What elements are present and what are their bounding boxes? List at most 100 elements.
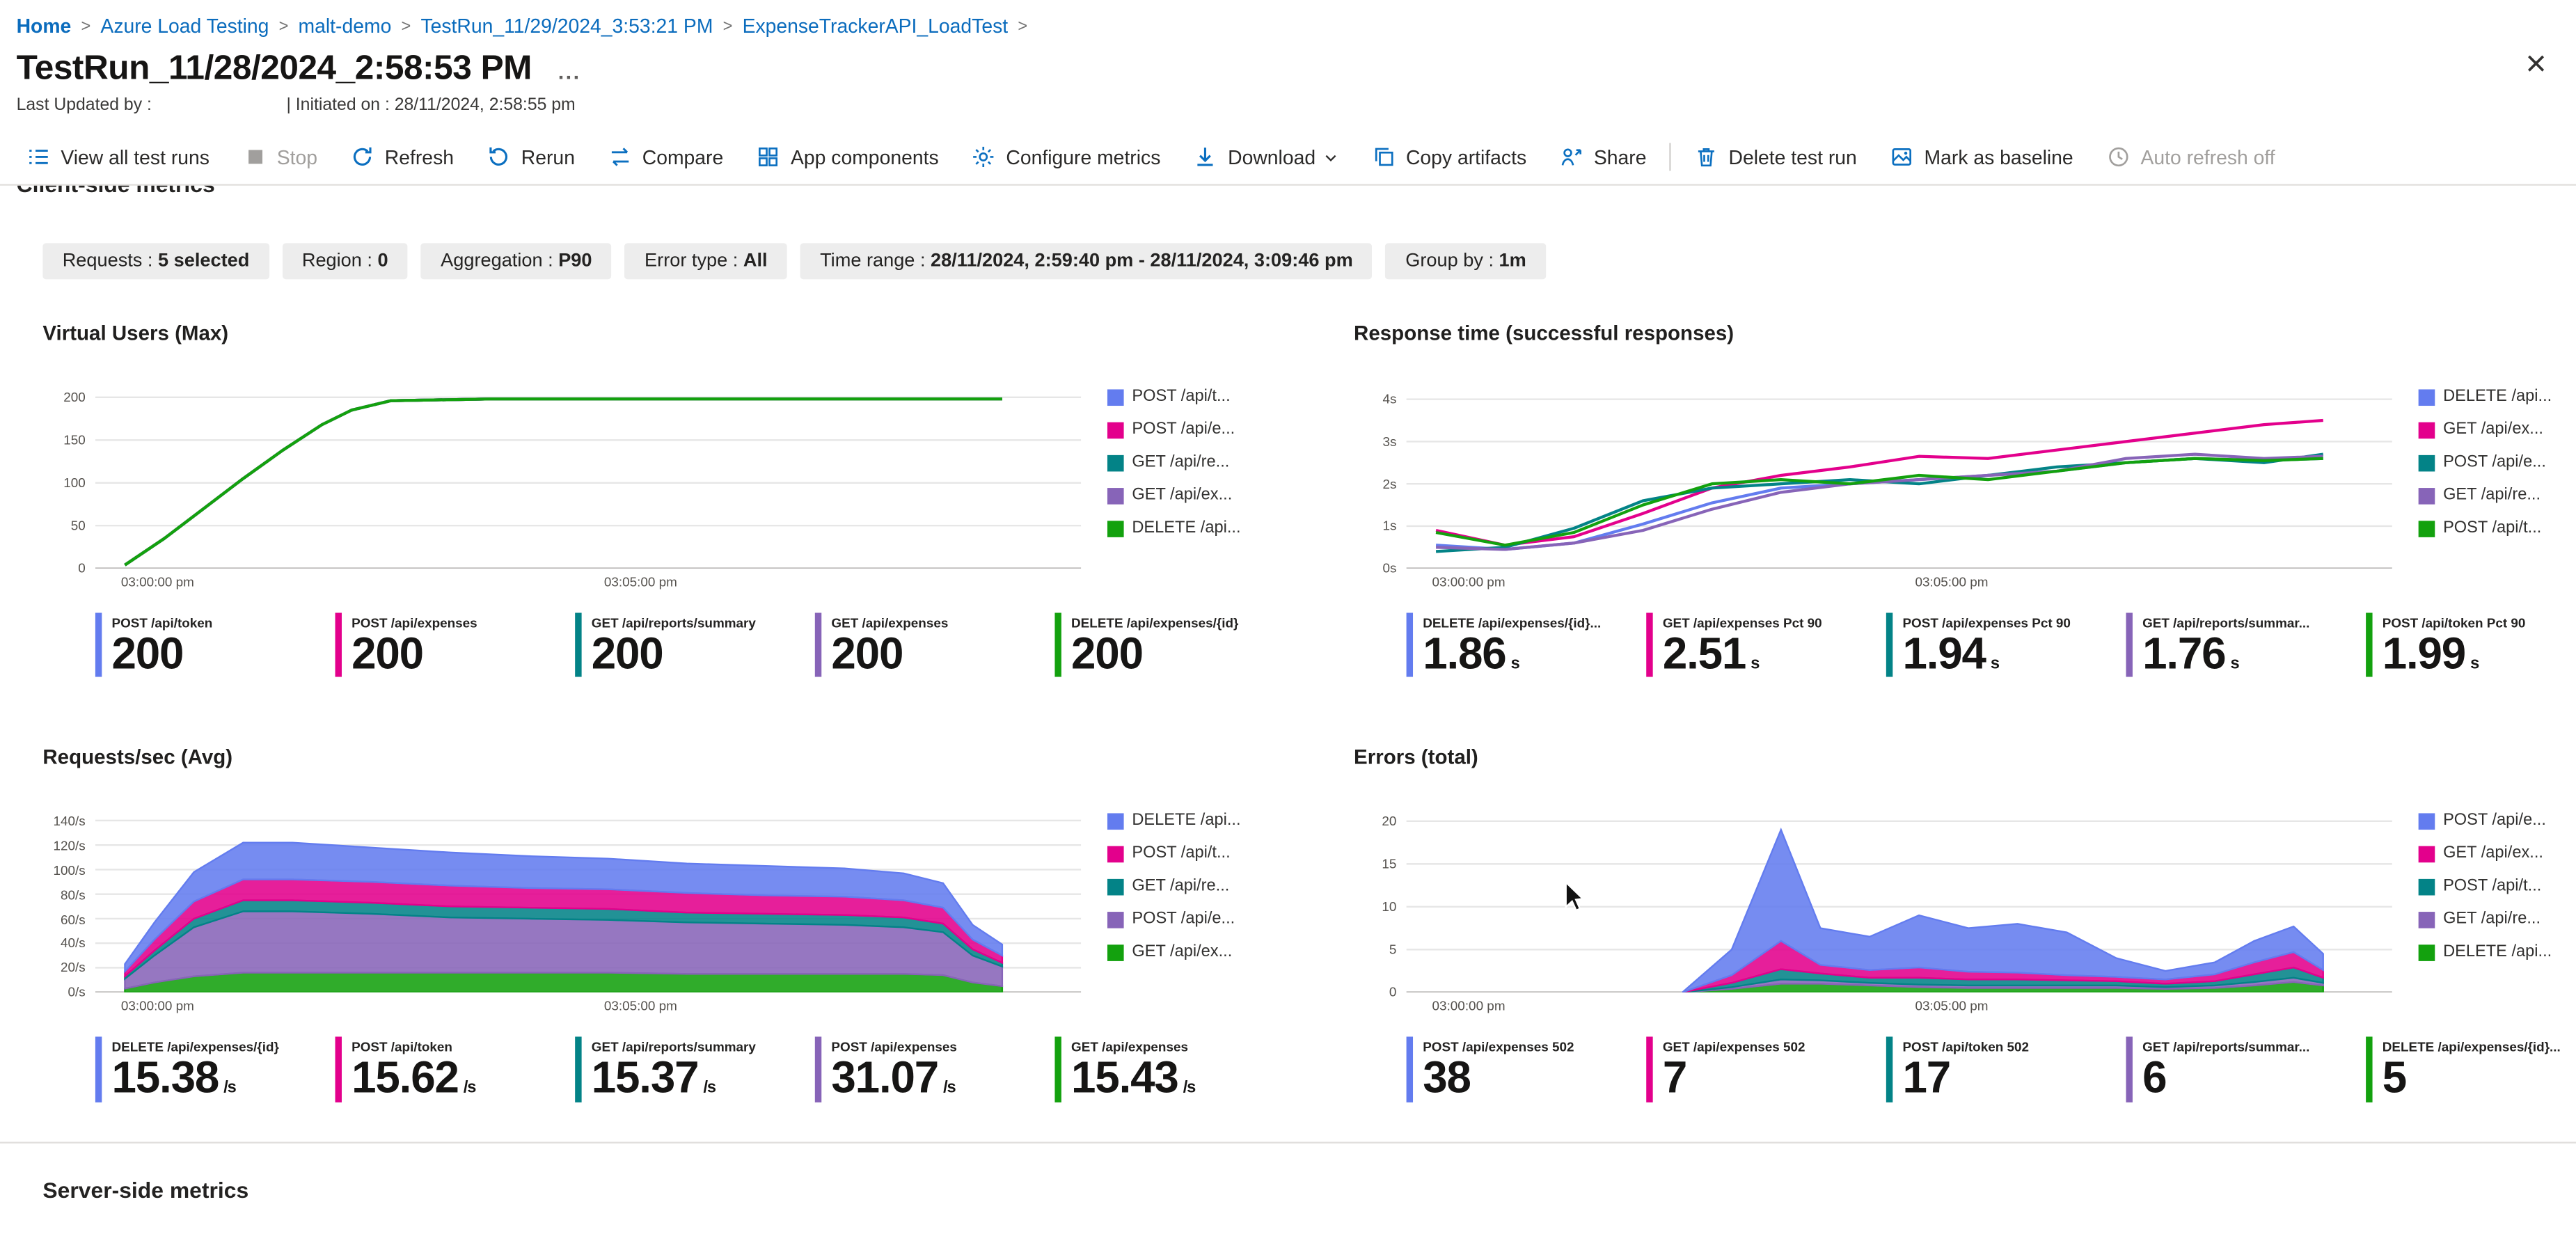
stat-value: 1.99s: [2383, 631, 2526, 677]
breadcrumb-link-home[interactable]: Home: [17, 15, 72, 38]
stat-color-bar: [2366, 1037, 2372, 1102]
legend-swatch: [1107, 421, 1124, 438]
stat-value: 15.62/s: [351, 1055, 475, 1102]
legend-swatch: [1107, 520, 1124, 537]
x-tick-label: 03:00:00 pm: [121, 999, 194, 1014]
legend-item-post-api-t[interactable]: POST /api/t...: [2419, 519, 2570, 537]
x-axis: 03:00:00 pm03:05:00 pm: [1407, 999, 2392, 1021]
close-button[interactable]: ×: [2519, 49, 2553, 79]
toolbar-view-all-test-runs[interactable]: View all test runs: [10, 129, 226, 184]
legend-item-delete-api[interactable]: DELETE /api...: [1107, 812, 1258, 830]
breadcrumb-link-testrun-11-29-2024-3-53-21-pm[interactable]: TestRun_11/29/2024_3:53:21 PM: [420, 15, 713, 38]
more-options-button[interactable]: ...: [558, 59, 581, 84]
legend-item-get-api-re[interactable]: GET /api/re...: [1107, 878, 1258, 896]
y-tick-label: 80/s: [61, 887, 86, 902]
y-tick-label: 3s: [1382, 434, 1396, 449]
toolbar-mark-as-baseline[interactable]: Mark as baseline: [1873, 129, 2089, 184]
stat-value: 1.86s: [1423, 631, 1601, 677]
chart-title: Requests/sec (Avg): [42, 746, 1258, 769]
chart-title: Response time (successful responses): [1354, 322, 2570, 345]
toolbar-compare[interactable]: Compare: [592, 129, 740, 184]
legend-label: GET /api/ex...: [1132, 487, 1232, 505]
legend-item-delete-api[interactable]: DELETE /api...: [2419, 388, 2570, 406]
toolbar-refresh[interactable]: Refresh: [334, 129, 471, 184]
x-tick-label: 03:05:00 pm: [604, 999, 677, 1014]
chart-response-time: Response time (successful responses) 0s1…: [1354, 322, 2570, 678]
legend-swatch: [1107, 912, 1124, 928]
command-bar: View all test runsStopRefreshRerunCompar…: [0, 129, 2576, 185]
breadcrumb-separator: >: [1018, 17, 1027, 36]
delete-icon: [1694, 145, 1718, 169]
x-axis: 03:00:00 pm 03:05:00 pm: [95, 999, 1081, 1021]
stat-value: 17: [1902, 1055, 2029, 1102]
legend-label: GET /api/ex...: [2443, 845, 2543, 863]
stat-body: GET /api/expenses15.43/s: [1071, 1037, 1195, 1102]
breadcrumb-link-expensetrackerapi-loadtest[interactable]: ExpenseTrackerAPI_LoadTest: [743, 15, 1009, 38]
legend-item-get-api-re[interactable]: GET /api/re...: [1107, 453, 1258, 471]
toolbar-share[interactable]: Share: [1543, 129, 1663, 184]
stat-value: 15.38/s: [112, 1055, 279, 1102]
breadcrumb-link-azure-load-testing[interactable]: Azure Load Testing: [100, 15, 269, 38]
filter-pill-group-by[interactable]: Group by : 1m: [1386, 243, 1546, 279]
legend-item-delete-api[interactable]: DELETE /api...: [2419, 944, 2570, 962]
toolbar-app-components[interactable]: App components: [740, 129, 955, 184]
download-icon: [1194, 145, 1218, 169]
breadcrumb-link-malt-demo[interactable]: malt-demo: [299, 15, 392, 38]
stat-color-bar: [2366, 612, 2372, 677]
y-tick-label: 50: [71, 519, 86, 533]
legend-item-post-api-e[interactable]: POST /api/e...: [1107, 911, 1258, 929]
toolbar-label: Compare: [642, 145, 724, 168]
stat-body: POST /api/token200: [112, 612, 213, 677]
stat-card-get-api-reports-summar: GET /api/reports/summar...1.76s: [2126, 612, 2330, 677]
stat-unit: s: [1511, 656, 1519, 674]
stat-color-bar: [1646, 612, 1652, 677]
legend-item-get-api-ex[interactable]: GET /api/ex...: [2419, 420, 2570, 438]
stop-icon: [242, 145, 267, 169]
toolbar-label: Rerun: [521, 145, 575, 168]
y-tick-label: 200: [63, 390, 86, 404]
stat-value: 5: [2383, 1055, 2561, 1102]
toolbar-delete-test-run[interactable]: Delete test run: [1677, 129, 1873, 184]
legend-item-post-api-t[interactable]: POST /api/t...: [1107, 845, 1258, 863]
filter-pill-region[interactable]: Region : 0: [283, 243, 408, 279]
stat-color-bar: [1054, 1037, 1061, 1102]
toolbar-rerun[interactable]: Rerun: [471, 129, 592, 184]
toolbar-label: Copy artifacts: [1406, 145, 1526, 168]
legend-item-get-api-ex[interactable]: GET /api/ex...: [1107, 944, 1258, 962]
legend-label: GET /api/re...: [2443, 911, 2541, 929]
legend-item-post-api-e[interactable]: POST /api/e...: [2419, 453, 2570, 471]
chart-canvas-svg: [1407, 809, 2392, 992]
stat-value: 1.76s: [2142, 631, 2309, 677]
filter-pill-requests[interactable]: Requests : 5 selected: [42, 243, 269, 279]
chart-stats: DELETE /api/expenses/{id}...1.86s GET /ap…: [1407, 612, 2570, 677]
toolbar-download[interactable]: Download: [1177, 129, 1355, 184]
legend-item-post-api-e[interactable]: POST /api/e...: [2419, 812, 2570, 830]
x-axis: 03:00:00 pm03:05:00 pm: [1407, 575, 2392, 596]
stat-card-delete-api-expenses-id: DELETE /api/expenses/{id}...1.86s: [1407, 612, 1611, 677]
legend-item-get-api-ex[interactable]: GET /api/ex...: [2419, 845, 2570, 863]
legend-item-post-api-t[interactable]: POST /api/t...: [1107, 388, 1258, 406]
filter-pill-aggregation[interactable]: Aggregation : P90: [421, 243, 612, 279]
legend-item-delete-api[interactable]: DELETE /api...: [1107, 519, 1258, 537]
stat-card-get-api-expenses-502: GET /api/expenses 5027: [1646, 1037, 1850, 1102]
filter-pill-time-range[interactable]: Time range : 28/11/2024, 2:59:40 pm - 28…: [800, 243, 1373, 279]
stat-body: GET /api/reports/summary15.37/s: [592, 1037, 756, 1102]
legend-label: POST /api/e...: [2443, 453, 2546, 471]
toolbar-copy-artifacts[interactable]: Copy artifacts: [1355, 129, 1543, 184]
share-icon: [1559, 145, 1583, 169]
compare-icon: [608, 145, 632, 169]
legend-item-post-api-e[interactable]: POST /api/e...: [1107, 420, 1258, 438]
stat-color-bar: [95, 612, 102, 677]
stat-body: POST /api/token15.62/s: [351, 1037, 475, 1102]
legend-item-get-api-re[interactable]: GET /api/re...: [2419, 911, 2570, 929]
legend-item-post-api-t[interactable]: POST /api/t...: [2419, 878, 2570, 896]
stat-body: DELETE /api/expenses/{id}15.38/s: [112, 1037, 279, 1102]
legend-item-get-api-ex[interactable]: GET /api/ex...: [1107, 487, 1258, 505]
filter-pill-error-type[interactable]: Error type : All: [625, 243, 787, 279]
x-tick-label: 03:05:00 pm: [604, 575, 677, 590]
y-tick-label: 0/s: [68, 986, 86, 1000]
legend-item-get-api-re[interactable]: GET /api/re...: [2419, 487, 2570, 505]
stat-body: DELETE /api/expenses/{id}...1.86s: [1423, 612, 1601, 677]
stat-card-post-api-expenses-pct-90: POST /api/expenses Pct 901.94s: [1886, 612, 2090, 677]
toolbar-configure-metrics[interactable]: Configure metrics: [955, 129, 1177, 184]
